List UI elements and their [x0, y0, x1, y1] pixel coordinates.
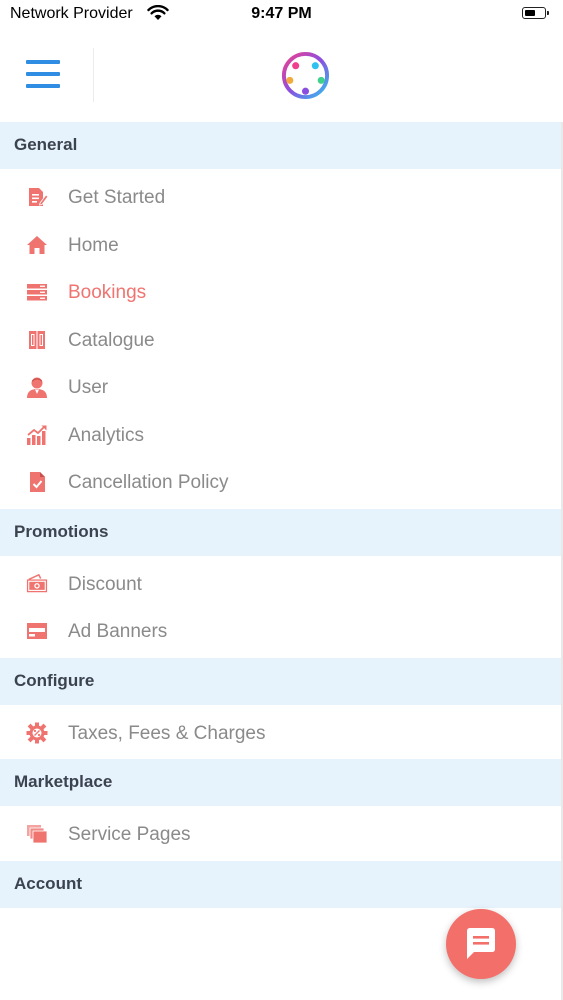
home-icon [27, 235, 47, 254]
money-icon [26, 573, 48, 592]
section-general: General Get Started Home Bookings Catalo… [0, 122, 563, 509]
section-account: Account [0, 860, 563, 908]
status-bar: Network Provider 9:47 PM [0, 0, 563, 30]
banner-icon [27, 623, 47, 639]
file-check-icon [30, 472, 45, 492]
header-divider [93, 48, 94, 102]
menu-item-label: Catalogue [68, 329, 155, 351]
menu-item-label: Bookings [68, 282, 147, 303]
section-header: Marketplace [0, 759, 563, 806]
bar-chart-icon [27, 424, 47, 445]
menu-item-label: Analytics [68, 424, 145, 446]
section-configure: Configure Taxes, Fees & Charges [0, 657, 563, 760]
list-icon [27, 284, 47, 301]
app-header [0, 30, 563, 122]
menu-item-user[interactable]: User [0, 363, 563, 411]
chat-icon [467, 928, 495, 959]
menu-item-label: Cancellation Policy [68, 472, 229, 493]
side-menu: General Get Started Home Bookings Catalo… [0, 122, 563, 908]
section-header: Configure [0, 657, 563, 705]
menu-item-label: Ad Banners [68, 621, 168, 642]
menu-item-label: Home [68, 234, 119, 256]
pages-icon [27, 825, 48, 844]
section-header: General [0, 122, 563, 169]
chat-button[interactable] [446, 909, 516, 979]
menu-item-home[interactable]: Home [0, 221, 563, 269]
section-header: Account [0, 860, 563, 908]
menu-item-cancellation-policy[interactable]: Cancellation Policy [0, 458, 563, 506]
menu-item-discount[interactable]: Discount [0, 560, 563, 608]
menu-item-ad-banners[interactable]: Ad Banners [0, 607, 563, 655]
section-header: Promotions [0, 508, 563, 556]
clock: 9:47 PM [251, 5, 312, 22]
edit-document-icon [29, 188, 48, 206]
menu-item-label: Service Pages [68, 824, 191, 845]
section-promotions: Promotions Discount Ad Banners [0, 508, 563, 658]
menu-item-label: Get Started [68, 187, 166, 208]
menu-item-label: User [68, 377, 109, 398]
menu-item-catalogue[interactable]: Catalogue [0, 316, 563, 364]
gear-percent-icon [26, 722, 48, 743]
menu-item-label: Discount [68, 573, 142, 595]
menu-item-analytics[interactable]: Analytics [0, 411, 563, 459]
battery-icon [522, 7, 549, 19]
menu-item-get-started[interactable]: Get Started [0, 173, 563, 221]
book-icon [29, 330, 45, 349]
app-logo [281, 51, 330, 100]
hamburger-menu-button[interactable] [26, 60, 60, 90]
menu-item-service-pages[interactable]: Service Pages [0, 810, 563, 858]
menu-item-bookings[interactable]: Bookings [0, 268, 563, 316]
menu-item-taxes-fees-charges[interactable]: Taxes, Fees & Charges [0, 709, 563, 757]
section-marketplace: Marketplace Service Pages [0, 759, 563, 861]
user-icon [27, 377, 47, 398]
menu-item-label: Taxes, Fees & Charges [68, 722, 266, 744]
